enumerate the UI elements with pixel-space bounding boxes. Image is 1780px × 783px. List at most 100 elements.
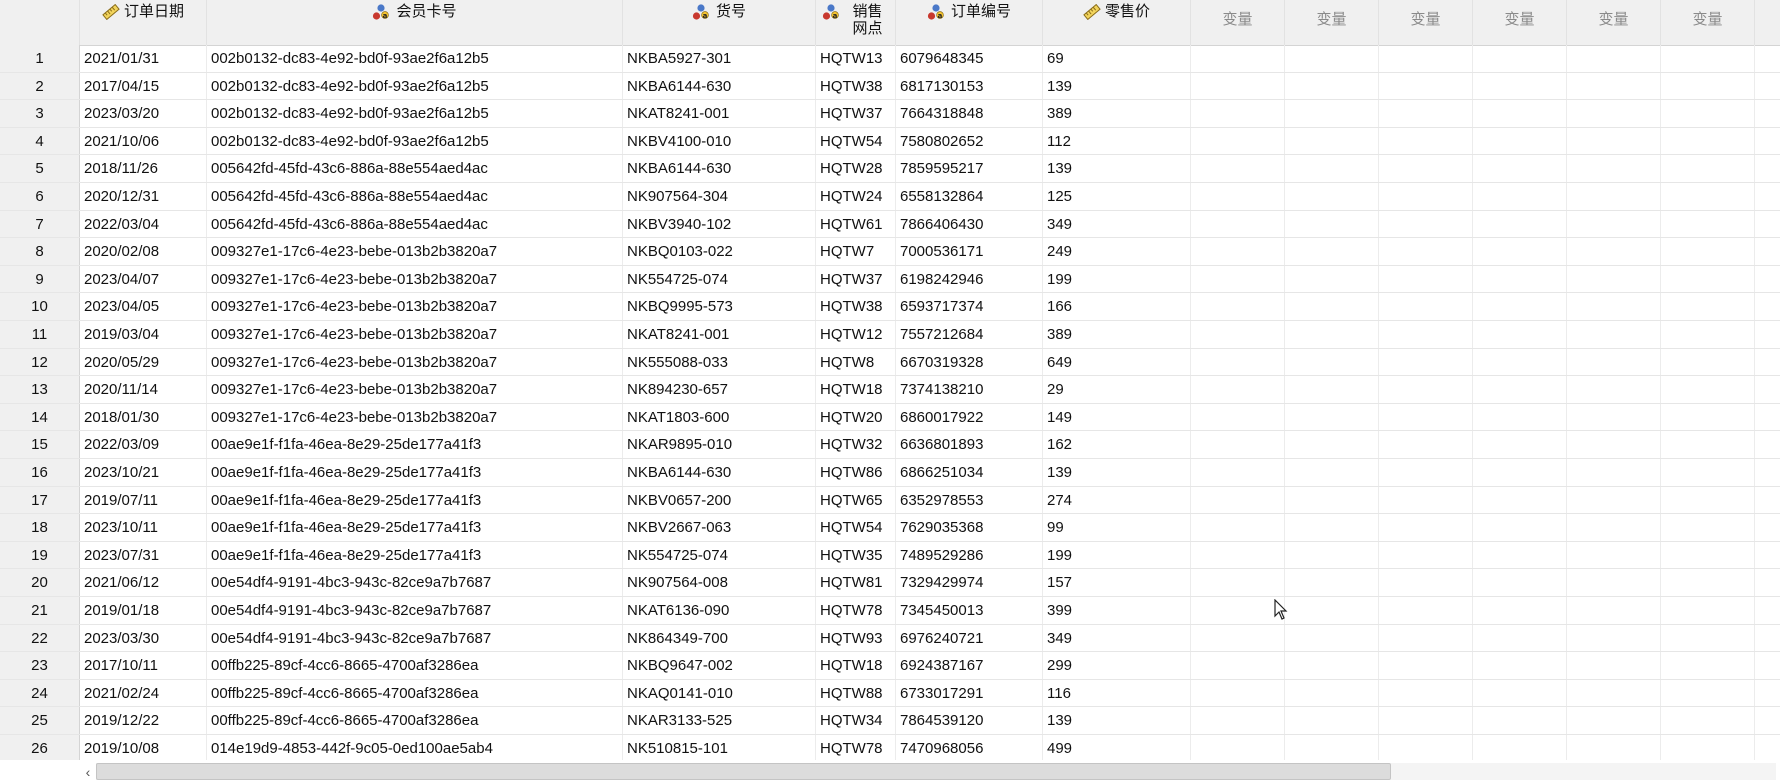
cell-empty[interactable] [1285,183,1379,210]
cell-store[interactable]: HQTW93 [816,624,896,652]
row-number[interactable]: 3 [0,100,80,127]
cell-empty[interactable] [1567,514,1661,541]
cell-order[interactable]: 7000536171 [896,238,1043,265]
cell-store[interactable]: HQTW78 [816,735,896,760]
cell-empty[interactable] [1661,210,1755,238]
cell-date[interactable]: 2017/10/11 [80,652,207,679]
column-header-card[interactable]: a 会员卡号 [207,0,623,45]
cell-date[interactable]: 2017/04/15 [80,72,207,100]
cell-empty[interactable] [1567,624,1661,652]
cell-order[interactable]: 6866251034 [896,459,1043,486]
cell-sku[interactable]: NKBV0657-200 [623,486,816,514]
cell-empty[interactable] [1379,514,1473,541]
cell-order[interactable]: 7374138210 [896,376,1043,403]
column-header-order[interactable]: a 订单编号 [896,0,1043,45]
cell-empty[interactable] [1191,624,1285,652]
cell-date[interactable]: 2018/01/30 [80,403,207,431]
cell-empty[interactable] [1379,652,1473,679]
cell-empty[interactable] [1567,486,1661,514]
cell-sku[interactable]: NKBQ9995-573 [623,293,816,320]
cell-empty[interactable] [1379,45,1473,72]
cell-sku[interactable]: NKBA6144-630 [623,459,816,486]
cell-empty[interactable] [1567,127,1661,155]
cell-empty[interactable] [1191,348,1285,376]
cell-empty[interactable] [1567,45,1661,72]
cell-price[interactable]: 149 [1043,403,1191,431]
cell-empty[interactable] [1473,155,1567,182]
cell-sku[interactable]: NK907564-304 [623,183,816,210]
empty-variable-header[interactable]: 变量 [1473,0,1567,45]
cell-empty[interactable] [1285,238,1379,265]
cell-card[interactable]: 009327e1-17c6-4e23-bebe-013b2b3820a7 [207,238,623,265]
cell-empty[interactable] [1473,486,1567,514]
cell-sku[interactable]: NK894230-657 [623,376,816,403]
cell-empty[interactable] [1379,403,1473,431]
cell-empty[interactable] [1567,735,1661,760]
cell-empty[interactable] [1285,707,1379,734]
cell-card[interactable]: 009327e1-17c6-4e23-bebe-013b2b3820a7 [207,376,623,403]
cell-sku[interactable]: NK554725-074 [623,265,816,293]
cell-empty[interactable] [1285,348,1379,376]
cell-store[interactable]: HQTW18 [816,652,896,679]
cell-order[interactable]: 7664318848 [896,100,1043,127]
cell-empty[interactable] [1473,569,1567,596]
cell-date[interactable]: 2023/04/07 [80,265,207,293]
cell-order[interactable]: 6079648345 [896,45,1043,72]
cell-sku[interactable]: NK864349-700 [623,624,816,652]
cell-card[interactable]: 00ffb225-89cf-4cc6-8665-4700af3286ea [207,679,623,707]
cell-price[interactable]: 125 [1043,183,1191,210]
cell-sku[interactable]: NKAR3133-525 [623,707,816,734]
cell-store[interactable]: HQTW12 [816,321,896,348]
empty-variable-header[interactable]: 变量 [1567,0,1661,45]
cell-empty[interactable] [1473,459,1567,486]
cell-order[interactable]: 7329429974 [896,569,1043,596]
cell-price[interactable]: 199 [1043,541,1191,569]
cell-date[interactable]: 2018/11/26 [80,155,207,182]
cell-sku[interactable]: NKAT8241-001 [623,321,816,348]
cell-empty[interactable] [1661,514,1755,541]
empty-variable-header[interactable]: 变量 [1285,0,1379,45]
cell-date[interactable]: 2023/10/11 [80,514,207,541]
row-number[interactable]: 17 [0,486,80,514]
cell-price[interactable]: 649 [1043,348,1191,376]
cell-price[interactable]: 162 [1043,431,1191,458]
cell-empty[interactable] [1191,183,1285,210]
cell-empty[interactable] [1473,127,1567,155]
cell-empty[interactable] [1473,72,1567,100]
cell-empty[interactable] [1661,486,1755,514]
cell-price[interactable]: 69 [1043,45,1191,72]
cell-sku[interactable]: NKAT8241-001 [623,100,816,127]
cell-empty[interactable] [1567,238,1661,265]
cell-empty[interactable] [1379,569,1473,596]
cell-date[interactable]: 2023/03/20 [80,100,207,127]
cell-card[interactable]: 009327e1-17c6-4e23-bebe-013b2b3820a7 [207,293,623,320]
cell-empty[interactable] [1191,652,1285,679]
cell-empty[interactable] [1379,735,1473,760]
cell-empty[interactable] [1473,431,1567,458]
cell-empty[interactable] [1285,569,1379,596]
empty-variable-header[interactable]: 变量 [1191,0,1285,45]
cell-order[interactable]: 6670319328 [896,348,1043,376]
cell-date[interactable]: 2020/05/29 [80,348,207,376]
row-number[interactable]: 5 [0,155,80,182]
cell-empty[interactable] [1191,707,1285,734]
cell-empty[interactable] [1285,127,1379,155]
cell-empty[interactable] [1661,679,1755,707]
cell-empty[interactable] [1473,210,1567,238]
cell-price[interactable]: 349 [1043,624,1191,652]
cell-card[interactable]: 009327e1-17c6-4e23-bebe-013b2b3820a7 [207,348,623,376]
cell-empty[interactable] [1567,459,1661,486]
cell-card[interactable]: 00ae9e1f-f1fa-46ea-8e29-25de177a41f3 [207,514,623,541]
cell-empty[interactable] [1473,183,1567,210]
cell-date[interactable]: 2021/02/24 [80,679,207,707]
cell-empty[interactable] [1473,45,1567,72]
cell-empty[interactable] [1567,72,1661,100]
cell-empty[interactable] [1661,127,1755,155]
cell-date[interactable]: 2023/07/31 [80,541,207,569]
cell-empty[interactable] [1191,486,1285,514]
cell-empty[interactable] [1379,321,1473,348]
column-header-date[interactable]: 订单日期 [80,0,207,45]
cell-card[interactable]: 002b0132-dc83-4e92-bd0f-93ae2f6a12b5 [207,72,623,100]
row-number[interactable]: 8 [0,238,80,265]
cell-price[interactable]: 116 [1043,679,1191,707]
